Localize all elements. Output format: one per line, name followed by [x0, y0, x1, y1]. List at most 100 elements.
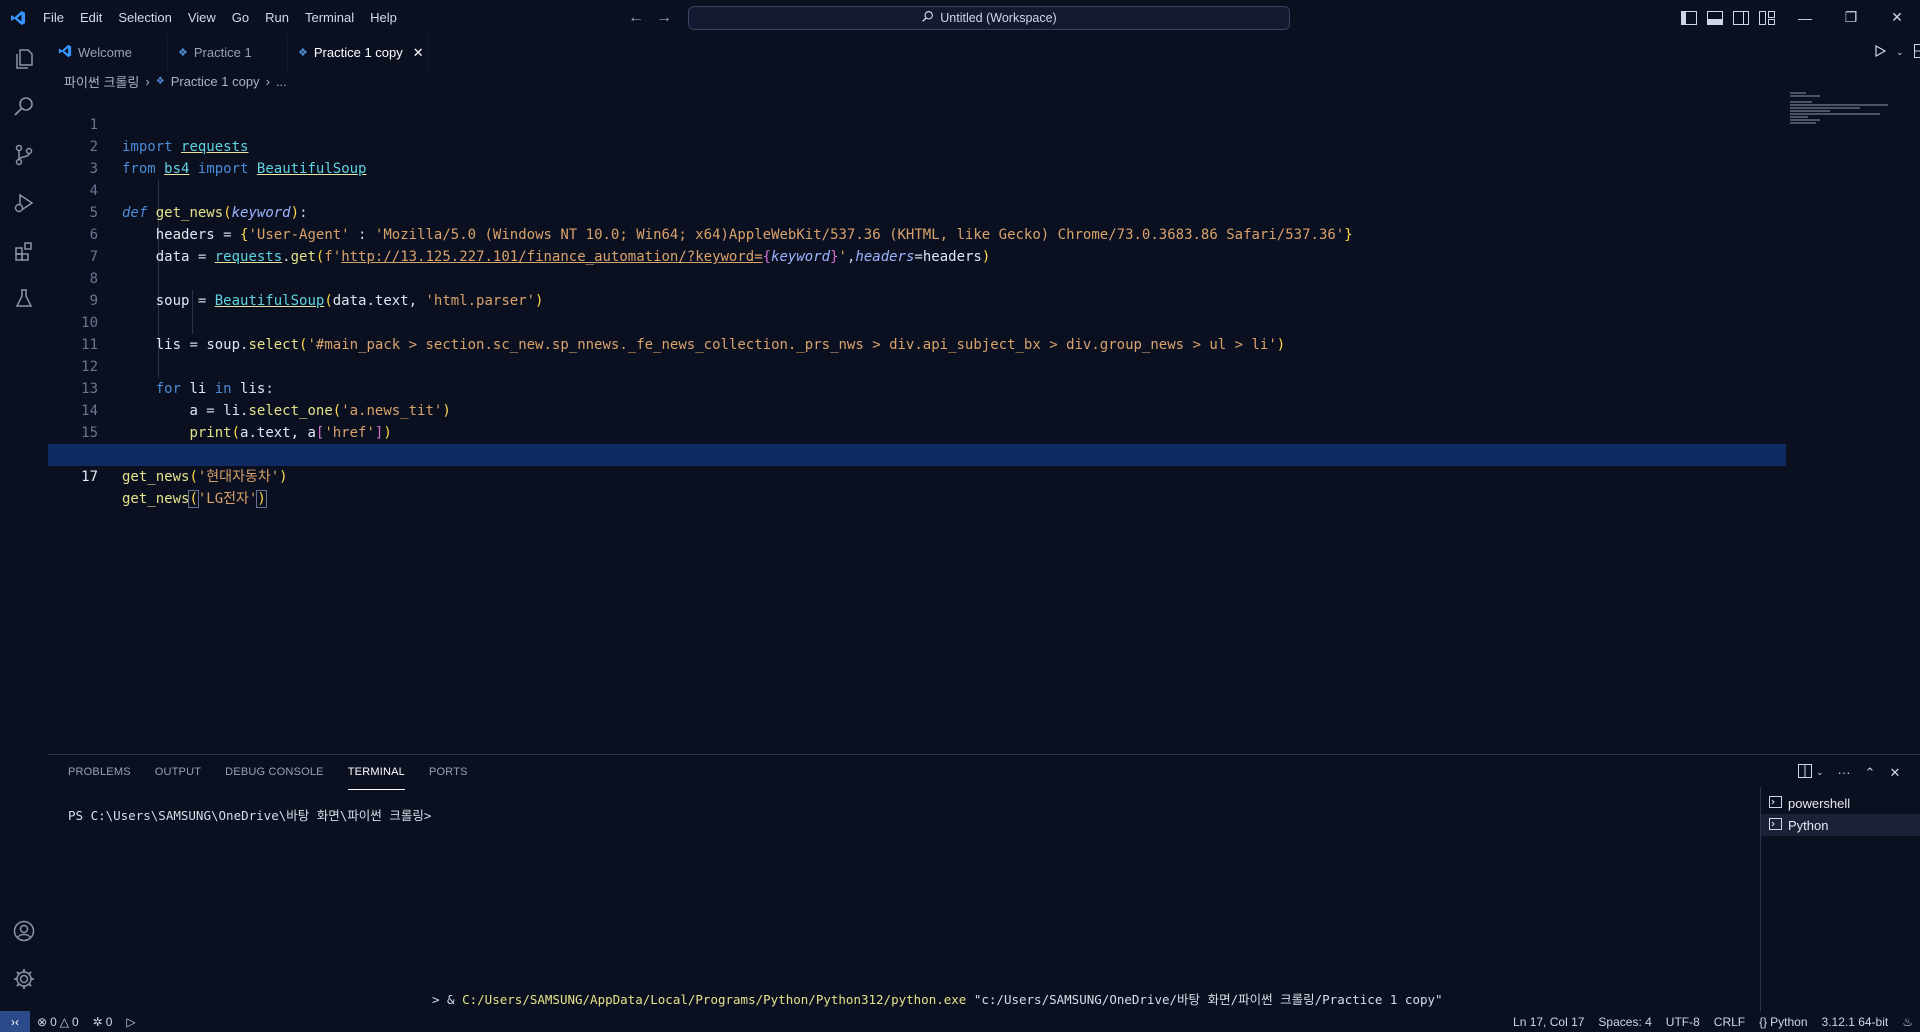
tab-ports[interactable]: PORTS — [429, 755, 468, 790]
code-line: 9 — [48, 268, 1786, 309]
code-line: 6 data = requests.get(f'http://13.125.22… — [48, 202, 1786, 265]
close-icon[interactable]: ✕ — [1874, 0, 1920, 35]
restore-icon[interactable]: ❐ — [1828, 0, 1874, 35]
debug-status[interactable]: ▷ — [119, 1011, 142, 1032]
tab-practice-1-copy[interactable]: ❖ Practice 1 copy ✕ — [288, 35, 428, 70]
close-icon[interactable]: ✕ — [413, 45, 424, 61]
bottom-panel: PROBLEMS OUTPUT DEBUG CONSOLE TERMINAL P… — [48, 754, 1920, 1012]
braces-icon: {} — [1759, 1014, 1768, 1029]
encoding[interactable]: UTF-8 — [1659, 1011, 1707, 1032]
cursor-position[interactable]: Ln 17, Col 17 — [1506, 1011, 1591, 1032]
code-editor[interactable]: 1 import requests 2 from bs4 import Beau… — [48, 92, 1920, 752]
code-line: 16 get_news('현대자동차') — [48, 422, 1786, 485]
arrow-left-icon[interactable]: ← — [628, 9, 644, 27]
chevron-right-icon: › — [145, 73, 150, 89]
menu-edit[interactable]: Edit — [72, 0, 110, 35]
problems-status[interactable]: ⊗ 0 △ 0 — [30, 1011, 86, 1032]
menu-file[interactable]: File — [35, 0, 72, 35]
explorer-icon[interactable] — [0, 35, 48, 83]
toggle-primary-sidebar-icon[interactable] — [1680, 9, 1698, 27]
menu-go[interactable]: Go — [224, 0, 257, 35]
warning-icon: △ — [59, 1014, 69, 1029]
workspace-name: Untitled (Workspace) — [940, 11, 1057, 25]
tab-label: Practice 1 copy — [313, 45, 403, 60]
terminal-prompt[interactable]: PS C:\Users\SAMSUNG\OneDrive\바탕 화면\파이썬 크… — [68, 805, 431, 824]
antenna-icon: ✲ — [92, 1014, 103, 1029]
code-line: 11 — [48, 312, 1786, 353]
language-mode[interactable]: {} Python — [1752, 1011, 1814, 1032]
tab-output[interactable]: OUTPUT — [155, 755, 201, 790]
terminal-item-powershell[interactable]: powershell — [1761, 792, 1920, 814]
code-line: 15 — [48, 400, 1786, 441]
tab-terminal[interactable]: TERMINAL — [347, 755, 405, 790]
settings-gear-icon[interactable] — [0, 955, 48, 1003]
minimize-icon[interactable]: — — [1782, 0, 1828, 35]
terminal-list: powershell Python — [1760, 787, 1920, 1012]
error-icon: ⊗ — [37, 1014, 48, 1029]
indentation[interactable]: Spaces: 4 — [1591, 1011, 1658, 1032]
chevron-down-icon[interactable]: ⌄ — [1816, 767, 1824, 778]
chevron-right-icon: › — [265, 73, 270, 89]
code-line: 3 — [48, 136, 1786, 177]
split-terminal-icon[interactable] — [1798, 764, 1812, 781]
maximize-panel-icon[interactable]: ⌃ — [1865, 765, 1876, 781]
tab-label: Welcome — [78, 45, 132, 60]
editor-scrollbar[interactable] — [1906, 92, 1920, 752]
chevron-down-icon[interactable]: ⌄ — [1896, 47, 1904, 58]
python-file-icon: ❖ — [178, 47, 188, 59]
end-of-line[interactable]: CRLF — [1707, 1011, 1752, 1032]
breadcrumb-folder[interactable]: 파이썬 크롤링 — [64, 72, 139, 91]
search-icon[interactable] — [0, 83, 48, 131]
breadcrumb: 파이썬 크롤링 › ❖ Practice 1 copy › ... — [64, 70, 287, 92]
customize-layout-icon[interactable] — [1758, 9, 1776, 27]
more-actions-icon[interactable]: ··· — [1838, 765, 1851, 780]
tab-problems[interactable]: PROBLEMS — [68, 755, 131, 790]
terminal-icon — [1769, 817, 1782, 833]
python-interpreter[interactable]: 3.12.1 64-bit — [1815, 1011, 1896, 1032]
python-file-icon: ❖ — [298, 47, 308, 59]
terminal-icon — [1769, 795, 1782, 811]
minimap[interactable] — [1790, 92, 1890, 132]
terminal-item-python[interactable]: Python — [1761, 814, 1920, 836]
toggle-secondary-sidebar-icon[interactable] — [1732, 9, 1750, 27]
run-python-file-icon[interactable] — [1874, 44, 1887, 60]
arrow-right-icon[interactable]: → — [656, 9, 672, 27]
close-panel-icon[interactable]: ✕ — [1889, 765, 1900, 781]
tab-welcome[interactable]: Welcome — [48, 35, 168, 70]
code-line: 13 a = li.select_one('a.news_tit') — [48, 356, 1786, 419]
extensions-icon[interactable] — [0, 227, 48, 275]
code-line: 7 — [48, 224, 1786, 265]
tab-practice-1[interactable]: ❖ Practice 1 — [168, 35, 288, 70]
menu-selection[interactable]: Selection — [110, 0, 179, 35]
breadcrumb-more[interactable]: ... — [276, 74, 287, 89]
notifications-bell-icon[interactable]: ♨ — [1895, 1011, 1920, 1032]
ports-status[interactable]: ✲ 0 — [86, 1011, 120, 1032]
vscode-logo-icon — [58, 44, 72, 61]
panel-tab-bar: PROBLEMS OUTPUT DEBUG CONSOLE TERMINAL P… — [68, 755, 468, 790]
status-bar: ›‹ ⊗ 0 △ 0 ✲ 0 ▷ Ln 17, Col 17 Spaces: 4 UT… — [0, 1011, 1920, 1032]
breadcrumb-file[interactable]: Practice 1 copy — [171, 74, 260, 89]
vscode-logo-icon — [0, 0, 35, 35]
accounts-icon[interactable] — [0, 907, 48, 955]
layout-controls — [1680, 0, 1776, 35]
run-and-debug-icon[interactable] — [0, 179, 48, 227]
tab-label: Practice 1 — [193, 45, 252, 60]
run-debug-icon: ▷ — [126, 1014, 136, 1029]
code-line: 14 print(a.text, a['href']) — [48, 378, 1786, 441]
toggle-panel-icon[interactable] — [1706, 9, 1724, 27]
code-line-current: 17 get_news('LG전자') — [48, 444, 1786, 508]
command-center-search[interactable]: Untitled (Workspace) — [688, 6, 1290, 30]
title-bar: File Edit Selection View Go Run Terminal… — [0, 0, 1920, 35]
testing-flask-icon[interactable] — [0, 275, 48, 323]
split-editor-icon[interactable] — [1913, 44, 1920, 61]
window-controls: — ❐ ✕ — [1782, 0, 1920, 35]
source-control-icon[interactable] — [0, 131, 48, 179]
menu-help[interactable]: Help — [362, 0, 405, 35]
menu-run[interactable]: Run — [257, 0, 297, 35]
menu-terminal[interactable]: Terminal — [297, 0, 362, 35]
menu-view[interactable]: View — [180, 0, 224, 35]
tab-debug-console[interactable]: DEBUG CONSOLE — [225, 755, 324, 790]
editor-actions: ⌄ ··· — [1874, 35, 1920, 70]
navigation-controls: ← → — [628, 0, 672, 35]
remote-indicator-icon[interactable]: ›‹ — [0, 1011, 30, 1032]
